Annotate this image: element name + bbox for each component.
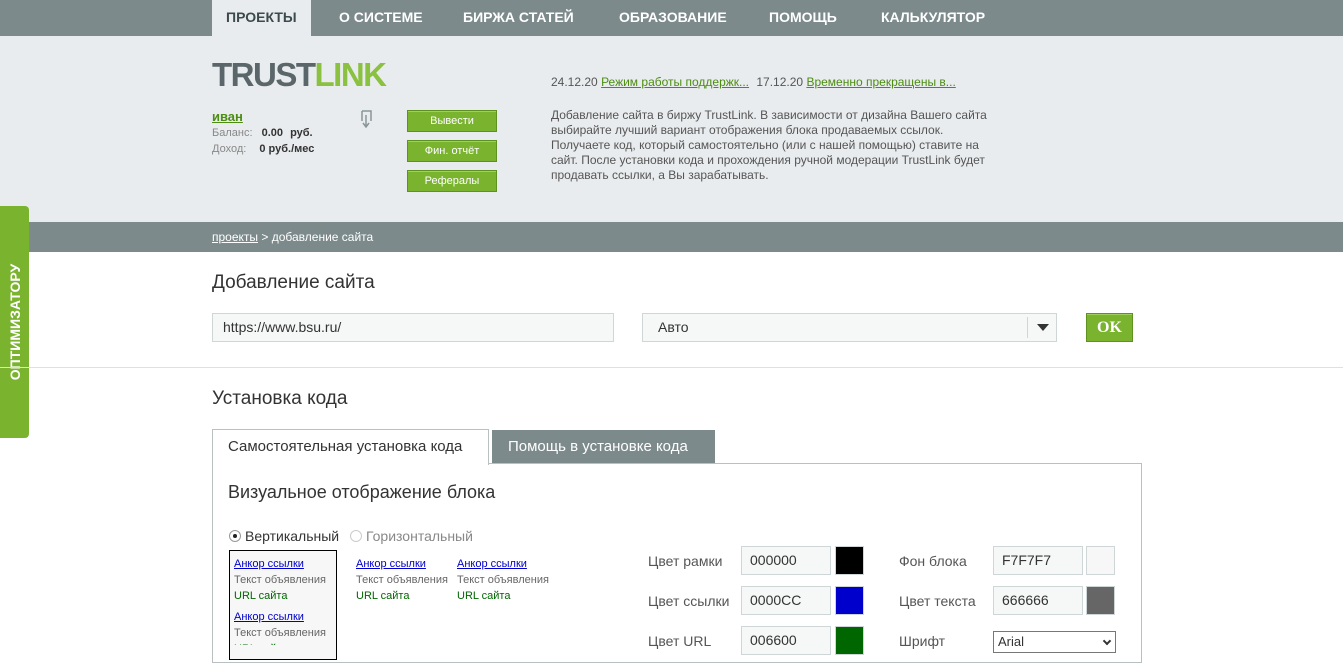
balance-value: 0.00	[261, 127, 283, 139]
logo-part-link: LINK	[314, 56, 388, 93]
breadcrumb-link-projects[interactable]: проекты	[212, 230, 258, 244]
radio-dot-checked	[229, 530, 241, 542]
nav-tab-articles[interactable]: БИРЖА СТАТЕЙ	[463, 0, 574, 36]
header: TRUSTLINK иван Баланс: 0.00 руб. Доход: …	[0, 36, 1343, 222]
url-color-swatch[interactable]	[835, 626, 864, 655]
ok-button[interactable]: OK	[1086, 313, 1133, 342]
balance-unit: руб.	[290, 127, 313, 139]
breadcrumb-separator: >	[261, 230, 269, 244]
display-mode-value: Авто	[658, 319, 689, 335]
news-ticker: 24.12.20 Режим работы поддержк... 17.12.…	[551, 75, 956, 89]
ad-anchor: Анкор ссылки	[356, 558, 426, 570]
radio-horizontal[interactable]: Горизонтальный	[350, 528, 473, 544]
side-tab-label: ОПТИМИЗАТОРУ	[6, 263, 23, 381]
chevron-down-icon	[1037, 324, 1049, 331]
link-color-label: Цвет ссылки	[648, 593, 730, 609]
nav-tab-about[interactable]: О СИСТЕМЕ	[339, 0, 423, 36]
balance-row: Баланс: 0.00 руб.	[212, 127, 313, 139]
section-divider	[0, 367, 1343, 368]
ad-text: Текст объявления	[234, 574, 326, 586]
font-label: Шрифт	[899, 633, 946, 649]
top-nav: ПРОЕКТЫ О СИСТЕМЕ БИРЖА СТАТЕЙ ОБРАЗОВАН…	[0, 0, 1343, 36]
ad-url: URL сайта	[356, 590, 410, 602]
add-site-title: Добавление сайта	[212, 272, 375, 293]
ad-anchor: Анкор ссылки	[234, 611, 304, 623]
border-color-swatch[interactable]	[835, 546, 864, 575]
link-color-input[interactable]: 0000CC	[741, 586, 831, 615]
breadcrumb-bar: проекты > добавление сайта	[0, 222, 1343, 252]
ad-url: URL сайта	[234, 590, 288, 602]
tab-self-install[interactable]: Самостоятельная установка кода	[212, 429, 489, 465]
url-color-input[interactable]: 006600	[741, 626, 831, 655]
preview-ad: Анкор ссылки Текст объявления URL сайта	[356, 556, 448, 604]
bg-color-input[interactable]: F7F7F7	[993, 546, 1083, 575]
text-color-label: Цвет текста	[899, 593, 976, 609]
ad-url: URL сайта	[457, 590, 511, 602]
breadcrumb: проекты > добавление сайта	[212, 230, 373, 244]
news-link[interactable]: Временно прекращены в...	[806, 75, 955, 89]
block-visual-title: Визуальное отображение блока	[228, 482, 496, 502]
balance-label: Баланс:	[212, 127, 253, 139]
url-color-label: Цвет URL	[648, 633, 712, 649]
text-color-input[interactable]: 666666	[993, 586, 1083, 615]
logout-icon[interactable]	[359, 109, 377, 129]
ad-anchor: Анкор ссылки	[457, 558, 527, 570]
select-arrow[interactable]	[1027, 317, 1056, 338]
nav-tab-help[interactable]: ПОМОЩЬ	[769, 0, 837, 36]
ad-text: Текст объявления	[457, 574, 549, 586]
news-link[interactable]: Режим работы поддержк...	[601, 75, 749, 89]
optimizer-side-tab[interactable]: ОПТИМИЗАТОРУ	[0, 206, 29, 438]
nav-tab-projects[interactable]: ПРОЕКТЫ	[212, 0, 311, 36]
breadcrumb-current: добавление сайта	[271, 230, 374, 244]
radio-vertical[interactable]: Вертикальный	[229, 528, 339, 544]
preview-ad: Анкор ссылки Текст объявления URL сайта	[234, 609, 326, 645]
border-color-input[interactable]: 000000	[741, 546, 831, 575]
news-date: 24.12.20	[551, 75, 598, 89]
radio-horizontal-label: Горизонтальный	[366, 528, 473, 544]
news-date: 17.12.20	[756, 75, 804, 89]
income-row: Доход: 0 руб./мес	[212, 143, 314, 155]
ad-text: Текст объявления	[234, 627, 326, 639]
tab-help-install[interactable]: Помощь в установке кода	[492, 430, 715, 464]
display-mode-select[interactable]: Авто	[642, 313, 1057, 342]
radio-dot	[350, 530, 362, 542]
nav-tab-calculator[interactable]: КАЛЬКУЛЯТОР	[881, 0, 985, 36]
text-color-swatch[interactable]	[1086, 586, 1115, 615]
logo-part-trust: TRUST	[212, 56, 316, 93]
income-label: Доход:	[212, 143, 247, 155]
logo[interactable]: TRUSTLINK	[212, 56, 388, 94]
referrals-button[interactable]: Рефералы	[407, 170, 497, 192]
link-color-swatch[interactable]	[835, 586, 864, 615]
radio-vertical-label: Вертикальный	[245, 528, 340, 544]
bg-color-swatch[interactable]	[1086, 546, 1115, 575]
chevron-down-icon	[1102, 636, 1112, 646]
ad-anchor: Анкор ссылки	[234, 558, 304, 570]
font-select-value: Arial	[998, 634, 1025, 649]
financial-report-button[interactable]: Фин. отчёт	[407, 140, 497, 162]
bg-color-label: Фон блока	[899, 553, 967, 569]
install-title: Установка кода	[212, 388, 348, 409]
preview-ad: Анкор ссылки Текст объявления URL сайта	[457, 556, 549, 604]
intro-text: Добавление сайта в биржу TrustLink. В за…	[551, 108, 987, 182]
site-url-input[interactable]: https://www.bsu.ru/	[212, 313, 614, 342]
preview-ad: Анкор ссылки Текст объявления URL сайта	[234, 556, 326, 604]
withdraw-button[interactable]: Вывести	[407, 110, 497, 132]
username-link[interactable]: иван	[212, 109, 243, 124]
nav-tab-education[interactable]: ОБРАЗОВАНИЕ	[619, 0, 727, 36]
ad-text: Текст объявления	[356, 574, 448, 586]
font-select[interactable]: Arial	[993, 631, 1116, 653]
income-value: 0 руб./мес	[259, 143, 315, 155]
border-color-label: Цвет рамки	[648, 553, 723, 569]
ad-url: URL сайта	[234, 641, 326, 645]
